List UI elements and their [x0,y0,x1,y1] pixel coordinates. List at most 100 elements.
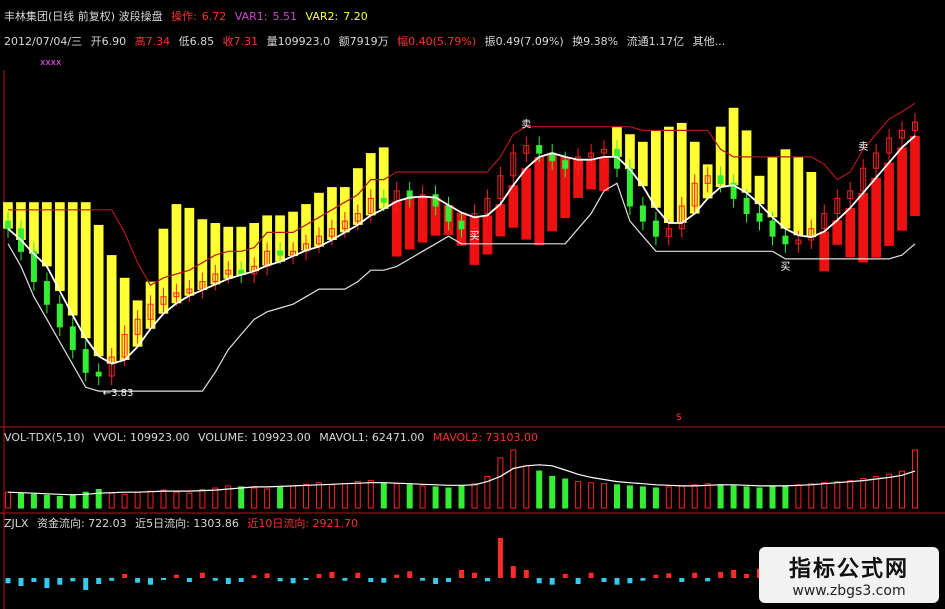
flow-value: 资金流向: 722.03 [36,517,127,530]
flow-bar [135,578,141,583]
flow-bar [238,578,244,582]
volume-bar [303,483,309,509]
volume-bar [160,489,167,509]
flow-bar [186,578,192,582]
candle-body [445,205,452,222]
volume-bar [5,491,11,509]
flow-bar [627,578,633,584]
volume-bar [717,484,724,509]
flow-bar [212,578,218,581]
band-bar [728,107,739,186]
volume-bar [756,487,763,509]
candle-body [626,167,633,207]
volume-bar [912,449,918,509]
volume-bar [212,487,219,509]
volume-bar [626,485,633,509]
flow-indicator-name: ZJLX [4,517,29,530]
volume-bar [730,485,737,509]
flow-bar [497,538,503,578]
volume-bar [471,483,478,509]
volume-bar [264,488,271,509]
volume-bar [147,490,154,509]
candle-body [82,349,89,373]
volume-bar [393,483,400,509]
flow-bar [83,578,89,590]
band-bar [741,130,752,193]
flow-bar [640,578,646,581]
ma-line [7,135,916,365]
candle-body [5,220,11,230]
flow-bar [5,578,11,584]
watermark-logo: 指标公式网 www.zbgs3.com [759,547,939,603]
candle-body [652,220,659,237]
volume-bar [238,486,245,509]
flow-bar [329,572,335,578]
volume-bar [328,484,335,509]
flow10-value: 近10日流向: 2921.70 [247,517,359,530]
volume-bar [652,487,659,509]
band-bar [910,135,920,216]
volume-bar [341,483,348,509]
title-row: 丰林集团(日线 前复权) 波段操盘 操作: 6.72 VAR1: 5.51 VAR2… [4,10,373,23]
band-bar [80,202,91,339]
vol-indicator-name: VOL-TDX(5,10) [4,431,85,444]
buy-signal-label: 买 [470,231,480,243]
volume-bar [445,487,452,509]
resistance-line [8,102,916,287]
candle-body [562,160,569,169]
change-value: 幅0.40(5.79%) [397,35,477,48]
flow-bar [394,574,400,578]
volume-bar [899,470,905,509]
flow-bar [536,578,542,584]
volume-bar [18,492,24,509]
volume-bar [588,482,595,509]
volume-bar [769,486,776,509]
price-info-row: 2012/07/04/三 开6.90 高7.34 低6.85 收7.31 量10… [4,35,730,48]
flow-bar [251,575,257,578]
op-label: 操作: [171,10,197,23]
volume-bar [43,494,50,509]
band-bar [884,162,894,246]
flow-bar [290,578,296,584]
band-bar [793,156,804,236]
flow-bar [277,578,283,582]
flow-bar [148,578,153,585]
volume-bar [56,495,63,509]
flow-bar [57,578,63,585]
volume-bar [367,480,374,509]
amplitude-value: 振0.49(7.09%) [484,35,564,48]
volume-bar [704,483,711,509]
volume-bar [277,486,284,509]
volume-bar [665,486,672,509]
open-value: 开6.90 [90,35,127,48]
volume-bar [380,482,387,509]
volume-bar [795,484,802,509]
close-value: 收7.31 [222,35,259,48]
volume-bar [886,473,893,509]
flow-bar [407,571,413,578]
stock-title: 丰林集团(日线 前复权) 波段操盘 [4,10,163,23]
candle-body [277,250,284,256]
band-bar [55,202,65,291]
candle-body [380,197,387,203]
candle-body [43,281,50,305]
flow-bar [510,566,516,578]
flow-bar [44,578,50,588]
volume-bar [678,485,685,509]
flow-bar [355,572,361,578]
candle-body [238,269,245,275]
flow-bar [161,578,166,580]
volume-bar [510,449,517,509]
volume-bar [406,484,413,509]
candle-body [69,326,76,351]
flow-bar [18,578,24,586]
flow5-value: 近5日流向: 1303.86 [135,517,239,530]
band-bar [534,156,545,246]
band-bar [845,207,856,258]
volume-bar [251,487,258,509]
candle-body [458,220,465,230]
flow-bar [433,578,439,584]
volume-bar [860,478,867,509]
band-bar [858,192,868,263]
low-value: 低6.85 [178,35,215,48]
